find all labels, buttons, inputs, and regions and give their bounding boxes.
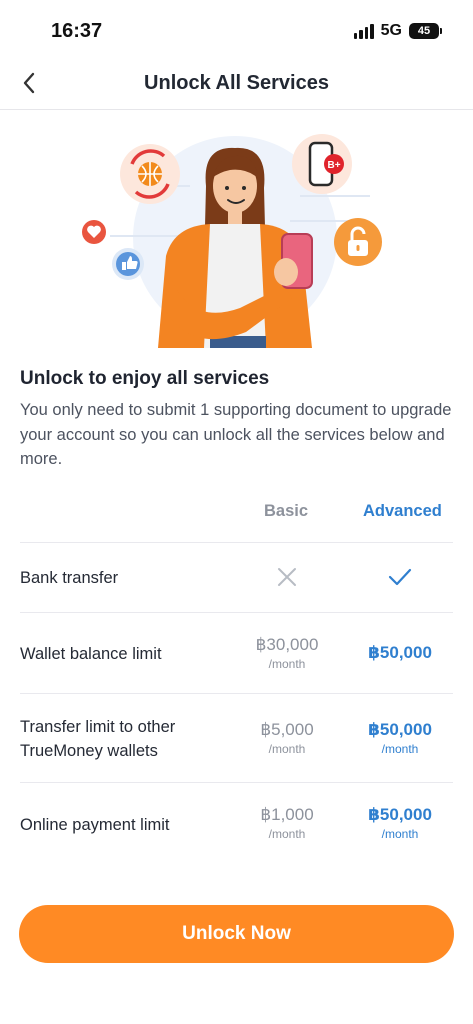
row-label: Wallet balance limit [20,645,162,663]
status-indicators: 5G 45 [353,22,442,40]
advanced-amount: ฿50,000 [368,805,432,824]
status-time: 16:37 [51,20,103,42]
basic-column-header: Basic [264,502,309,520]
advanced-amount: ฿50,000 [368,643,432,662]
basic-cell: ฿1,000 /month [242,805,332,841]
advanced-cell [350,567,450,592]
heart-icon [82,220,106,244]
battery-level: 45 [417,25,431,37]
cross-icon [278,568,296,586]
advanced-column-header: Advanced [363,502,442,520]
advanced-cell: ฿50,000 [350,643,450,663]
basic-amount: ฿1,000 [260,805,314,824]
basic-cell: ฿5,000 /month [242,720,332,756]
basic-amount: ฿30,000 [255,635,319,654]
signal-icon [353,23,374,39]
unlock-icon [334,218,382,266]
intro-description: You only need to submit 1 supporting doc… [20,401,452,468]
basic-unit: /month [268,657,306,671]
basic-cell [242,567,332,592]
network-label: 5G [380,22,402,39]
basic-cell: ฿30,000 /month [242,635,332,671]
thumbs-up-icon [112,248,144,280]
page-title: Unlock All Services [144,72,329,94]
status-bar: 16:37 5G 45 [0,0,473,58]
row-label: Bank transfer [20,569,119,587]
table-row: Transfer limit to other TrueMoney wallet… [20,693,453,782]
battery-icon: 45 [409,23,442,39]
advanced-cell: ฿50,000 /month [350,720,450,756]
row-label: Online payment limit [20,816,170,834]
advanced-cell: ฿50,000 /month [350,805,450,841]
table-row: Online payment limit ฿1,000 /month ฿50,0… [20,782,453,862]
advanced-unit: /month [381,742,419,756]
intro-title: Unlock to enjoy all services [20,368,270,389]
hero-illustration: B+ [82,134,382,348]
basic-unit: /month [268,742,306,756]
row-label: Transfer limit to other TrueMoney wallet… [20,718,176,760]
table-row: Wallet balance limit ฿30,000 /month ฿50,… [20,612,453,693]
advanced-amount: ฿50,000 [368,720,432,739]
grade-badge: B+ [327,160,340,171]
globe-exchange-icon [120,144,180,204]
advanced-unit: /month [381,827,419,841]
table-row: Bank transfer [20,542,453,612]
basic-unit: /month [268,827,306,841]
basic-amount: ฿5,000 [260,720,314,739]
top-app-bar: Unlock All Services [0,58,473,110]
phone-icon: B+ [292,134,352,194]
check-icon [388,568,412,586]
unlock-now-button[interactable]: Unlock Now [19,905,454,963]
